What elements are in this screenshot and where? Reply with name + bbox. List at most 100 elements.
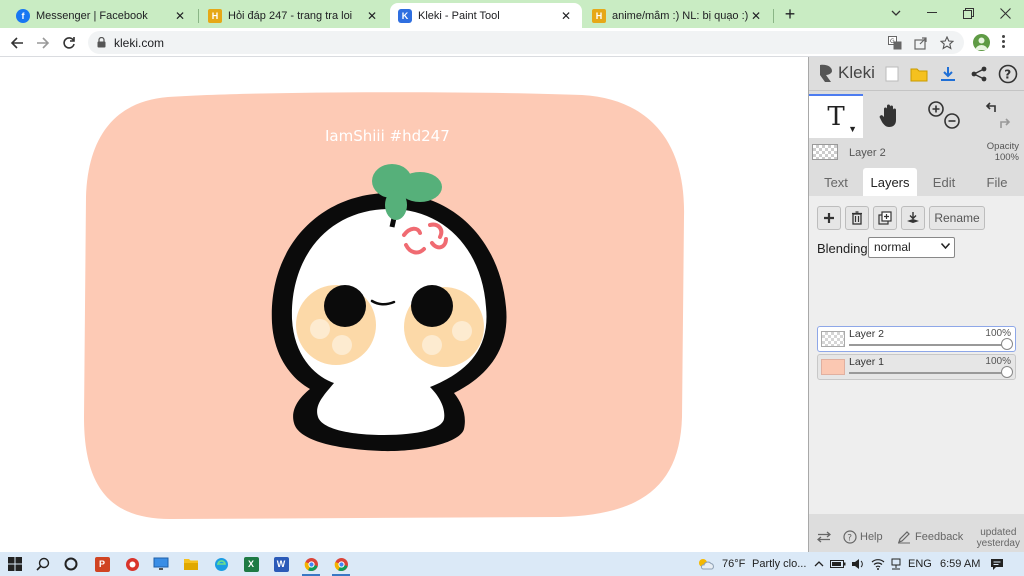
feedback-label: Feedback [915, 531, 964, 543]
delete-layer-button[interactable] [845, 206, 869, 230]
chevron-up-icon[interactable] [810, 555, 828, 573]
restore-icon[interactable] [950, 2, 986, 24]
duplicate-layer-button[interactable] [873, 206, 897, 230]
drawing-canvas[interactable]: IamShiii #hd247 [0, 57, 808, 552]
undo-redo-button[interactable] [971, 94, 1024, 138]
download-icon[interactable] [937, 63, 959, 85]
wifi-icon[interactable] [869, 555, 887, 573]
reload-icon[interactable] [58, 32, 80, 54]
browser-toolbar: kleki.com G [0, 28, 1024, 57]
chevron-down-icon [941, 243, 950, 249]
translate-icon[interactable]: G [888, 36, 902, 50]
open-folder-icon[interactable] [908, 63, 930, 85]
share-page-icon[interactable] [914, 36, 928, 50]
weather-text[interactable]: Partly clo... [752, 558, 806, 570]
close-tab-icon[interactable]: ✕ [558, 9, 574, 23]
windows-start-icon[interactable] [6, 555, 24, 573]
hand-icon [879, 104, 896, 127]
battery-icon[interactable] [829, 555, 847, 573]
help-icon[interactable]: ? [997, 63, 1019, 85]
close-tab-icon[interactable]: ✕ [748, 9, 764, 23]
forward-icon[interactable] [32, 32, 54, 54]
rename-layer-button[interactable]: Rename [929, 206, 985, 230]
desktop-app-icon[interactable] [152, 555, 170, 573]
tab-text[interactable]: Text [813, 168, 859, 196]
kleki-logo[interactable]: Kleki [817, 63, 875, 83]
weather-temp[interactable]: 76°F [722, 558, 745, 570]
word-icon[interactable]: W [272, 555, 290, 573]
notifications-icon[interactable] [988, 555, 1006, 573]
opacity-label: Opacity [986, 141, 1019, 152]
trash-icon [852, 211, 862, 225]
tab-file[interactable]: File [973, 168, 1021, 196]
feedback-link[interactable]: Feedback [897, 522, 963, 552]
layer-row-layer-1[interactable]: Layer 1 100% [817, 354, 1016, 380]
tab-messenger[interactable]: f Messenger | Facebook ✕ [8, 3, 196, 28]
merge-layer-button[interactable] [901, 206, 925, 230]
close-window-icon[interactable] [987, 2, 1023, 24]
clock-time[interactable]: 6:59 AM [940, 558, 980, 570]
cortana-icon[interactable] [62, 555, 80, 573]
layer-row-layer-2[interactable]: Layer 2 100% [817, 326, 1016, 352]
close-tab-icon[interactable]: ✕ [172, 9, 188, 23]
current-layer-name: Layer 2 [849, 147, 886, 159]
tool-row: T ▼ [809, 94, 1024, 138]
updated-line-1: updated [980, 527, 1017, 538]
chrome-profile-icon[interactable] [302, 555, 320, 573]
file-explorer-icon[interactable] [182, 555, 200, 573]
network-icon[interactable] [887, 555, 905, 573]
address-bar[interactable]: kleki.com G [88, 31, 964, 54]
new-image-icon[interactable] [881, 63, 903, 85]
kleki-side-panel: Kleki ? T ▼ Layer 2 Opacity 100% Text La… [808, 57, 1024, 552]
tab-anime[interactable]: H anime/mằm :) NL: bị quạo :) nén ✕ [584, 3, 772, 28]
share-icon[interactable] [968, 63, 990, 85]
add-layer-button[interactable] [817, 206, 841, 230]
help-label: Help [860, 531, 883, 543]
bookmark-star-icon[interactable] [939, 35, 955, 50]
weather-icon[interactable] [697, 555, 715, 573]
blending-value: normal [874, 240, 911, 254]
drawing-text: IamShiii #hd247 [325, 127, 450, 145]
tab-label: Messenger | Facebook [36, 9, 148, 22]
swap-sides-icon[interactable] [817, 522, 831, 552]
zoom-button[interactable] [917, 94, 971, 138]
excel-icon[interactable]: X [242, 555, 260, 573]
language-indicator[interactable]: ENG [908, 558, 932, 570]
windows-taskbar: P X W 76°F Partly clo... ENG 6:59 AM [0, 552, 1024, 576]
profile-avatar[interactable] [973, 34, 990, 51]
pinned-app-icon[interactable] [123, 555, 141, 573]
help-link[interactable]: ? Help [843, 522, 883, 552]
hand-tool-button[interactable] [863, 94, 917, 138]
close-tab-icon[interactable]: ✕ [364, 9, 380, 23]
powerpoint-icon[interactable]: P [93, 555, 111, 573]
svg-text:?: ? [1004, 68, 1011, 82]
tab-hoidap[interactable]: H Hỏi đáp 247 - trang tra loi ✕ [200, 3, 388, 28]
current-layer-info: Layer 2 Opacity 100% [809, 140, 1024, 166]
edge-icon[interactable] [212, 555, 230, 573]
tab-edit[interactable]: Edit [921, 168, 967, 196]
blending-select[interactable]: normal [868, 237, 955, 258]
browser-menu-icon[interactable] [1002, 35, 1006, 50]
chrome-icon[interactable] [332, 555, 350, 573]
tab-kleki[interactable]: K Kleki - Paint Tool ✕ [390, 3, 582, 28]
opacity-slider-handle[interactable] [1001, 366, 1013, 378]
volume-icon[interactable] [849, 555, 867, 573]
tab-label: Kleki - Paint Tool [418, 9, 500, 22]
chevron-down-icon[interactable]: ▼ [848, 124, 857, 134]
minimize-icon[interactable] [914, 2, 950, 24]
opacity-slider-handle[interactable] [1001, 338, 1013, 350]
hoidap-icon: H [592, 8, 606, 23]
plus-icon [824, 213, 834, 223]
tab-layers[interactable]: Layers [863, 168, 917, 196]
layer-opacity-slider[interactable] [849, 344, 1009, 346]
text-tool-button[interactable]: T ▼ [809, 94, 863, 138]
layer-opacity-slider[interactable] [849, 372, 1009, 374]
tab-search-icon[interactable] [878, 2, 914, 24]
layer-name: Layer 1 [849, 356, 885, 368]
facebook-icon: f [16, 8, 30, 23]
search-icon[interactable] [34, 555, 52, 573]
back-icon[interactable] [6, 32, 28, 54]
layer-thumbnail [821, 331, 845, 347]
kleki-icon: K [398, 8, 412, 23]
new-tab-button[interactable]: + [780, 4, 800, 24]
